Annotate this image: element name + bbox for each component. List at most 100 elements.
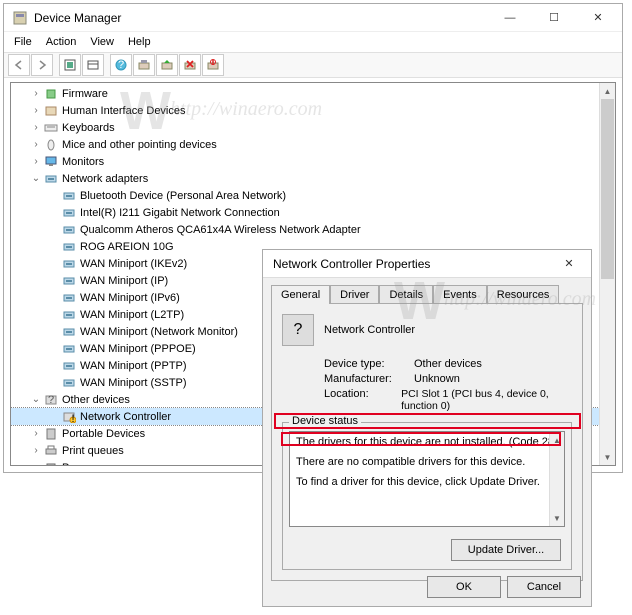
expand-icon[interactable]: › — [29, 445, 43, 456]
expand-icon[interactable]: › — [29, 105, 43, 116]
tab-strip: General Driver Details Events Resources — [263, 278, 591, 303]
show-hidden-button[interactable] — [59, 54, 81, 76]
scroll-up-icon[interactable]: ▲ — [600, 83, 615, 99]
expand-icon[interactable]: › — [29, 156, 43, 167]
dialog-title: Network Controller Properties — [265, 257, 549, 271]
menu-help[interactable]: Help — [122, 34, 157, 50]
expand-icon[interactable]: › — [29, 139, 43, 150]
expand-icon[interactable]: › — [29, 122, 43, 133]
tree-item-label: Monitors — [62, 156, 104, 168]
ok-button[interactable]: OK — [427, 576, 501, 598]
device-type-value: Other devices — [414, 358, 482, 370]
tab-panel-general: ? Network Controller Device type:Other d… — [271, 303, 583, 581]
device-name: Network Controller — [324, 324, 415, 336]
uninstall-button[interactable] — [179, 54, 201, 76]
tab-driver[interactable]: Driver — [330, 285, 379, 304]
device-status-group: Device status The drivers for this devic… — [282, 422, 572, 570]
net-icon — [61, 206, 77, 220]
fw-icon — [43, 87, 59, 101]
tree-item[interactable]: ›Mice and other pointing devices — [11, 136, 615, 153]
tree-item-label: Print queues — [62, 445, 124, 457]
update-driver-button[interactable] — [156, 54, 178, 76]
device-status-legend: Device status — [289, 415, 361, 427]
cpu-icon — [43, 461, 59, 466]
tree-item[interactable]: Qualcomm Atheros QCA61x4A Wireless Netwo… — [11, 221, 615, 238]
expand-icon[interactable]: › — [29, 428, 43, 439]
tree-scrollbar[interactable]: ▲ ▼ — [599, 83, 615, 465]
status-line-1: The drivers for this device are not inst… — [296, 436, 558, 448]
scroll-up-icon[interactable]: ▲ — [550, 432, 564, 448]
net-icon — [61, 359, 77, 373]
dialog-close-button[interactable]: ✕ — [549, 250, 589, 278]
menu-action[interactable]: Action — [40, 34, 83, 50]
net-icon — [61, 257, 77, 271]
menu-view[interactable]: View — [84, 34, 120, 50]
tab-events[interactable]: Events — [433, 285, 487, 304]
tab-details[interactable]: Details — [379, 285, 433, 304]
minimize-button[interactable]: — — [488, 4, 532, 32]
tree-item-label: Network adapters — [62, 173, 148, 185]
app-icon — [12, 10, 28, 26]
device-status-text[interactable]: The drivers for this device are not inst… — [289, 431, 565, 527]
collapse-icon[interactable]: ⌄ — [29, 394, 43, 405]
svg-text:?: ? — [118, 59, 124, 71]
tab-resources[interactable]: Resources — [487, 285, 560, 304]
scan-button[interactable] — [133, 54, 155, 76]
tree-item-label: Portable Devices — [62, 428, 145, 440]
close-button[interactable]: ✕ — [576, 4, 620, 32]
status-scrollbar[interactable]: ▲ ▼ — [549, 432, 564, 526]
prn-icon — [43, 444, 59, 458]
expand-icon[interactable]: › — [29, 462, 43, 465]
svg-text:!: ! — [71, 413, 74, 423]
tree-item[interactable]: Bluetooth Device (Personal Area Network) — [11, 187, 615, 204]
net-icon — [61, 376, 77, 390]
help-button[interactable]: ? — [110, 54, 132, 76]
toolbar: ? — [4, 52, 622, 78]
back-button[interactable] — [8, 54, 30, 76]
scroll-down-icon[interactable]: ▼ — [600, 449, 615, 465]
dialog-titlebar[interactable]: Network Controller Properties ✕ — [263, 250, 591, 278]
tree-item-label: Other devices — [62, 394, 130, 406]
location-label: Location: — [324, 388, 401, 412]
tree-item-label: WAN Miniport (IKEv2) — [80, 258, 187, 270]
titlebar[interactable]: Device Manager — ☐ ✕ — [4, 4, 622, 32]
hid-icon — [43, 104, 59, 118]
maximize-button[interactable]: ☐ — [532, 4, 576, 32]
disable-button[interactable] — [202, 54, 224, 76]
tree-item-label: Qualcomm Atheros QCA61x4A Wireless Netwo… — [80, 224, 361, 236]
menu-file[interactable]: File — [8, 34, 38, 50]
tree-item[interactable]: Intel(R) I211 Gigabit Network Connection — [11, 204, 615, 221]
tree-item[interactable]: › Firmware — [11, 85, 615, 102]
tree-item-label: Firmware — [62, 88, 108, 100]
mouse-icon — [43, 138, 59, 152]
properties-button[interactable] — [82, 54, 104, 76]
forward-button[interactable] — [31, 54, 53, 76]
scroll-thumb[interactable] — [601, 99, 614, 279]
tree-item-label: WAN Miniport (Network Monitor) — [80, 326, 238, 338]
tree-item-label: WAN Miniport (PPPOE) — [80, 343, 196, 355]
location-value: PCI Slot 1 (PCI bus 4, device 0, functio… — [401, 388, 572, 412]
tree-item-label: WAN Miniport (IPv6) — [80, 292, 180, 304]
tree-item[interactable]: › Monitors — [11, 153, 615, 170]
manufacturer-value: Unknown — [414, 373, 460, 385]
tree-item[interactable]: ›Keyboards — [11, 119, 615, 136]
device-icon: ? — [282, 314, 314, 346]
net-icon — [61, 240, 77, 254]
scroll-down-icon[interactable]: ▼ — [550, 510, 564, 526]
net-icon — [61, 223, 77, 237]
tab-general[interactable]: General — [271, 285, 330, 304]
tree-item-label: WAN Miniport (PPTP) — [80, 360, 187, 372]
tree-item[interactable]: ›Human Interface Devices — [11, 102, 615, 119]
status-line-3: To find a driver for this device, click … — [296, 476, 558, 488]
kbd-icon — [43, 121, 59, 135]
tree-item[interactable]: ⌄ Network adapters — [11, 170, 615, 187]
update-driver-button[interactable]: Update Driver... — [451, 539, 561, 561]
cancel-button[interactable]: Cancel — [507, 576, 581, 598]
tree-item-label: Intel(R) I211 Gigabit Network Connection — [80, 207, 280, 219]
expand-icon[interactable]: › — [29, 88, 43, 99]
menubar: File Action View Help — [4, 32, 622, 52]
status-line-2: There are no compatible drivers for this… — [296, 456, 558, 468]
tree-item-label: Processors — [62, 462, 117, 466]
tree-item-label: WAN Miniport (L2TP) — [80, 309, 184, 321]
collapse-icon[interactable]: ⌄ — [29, 173, 43, 184]
